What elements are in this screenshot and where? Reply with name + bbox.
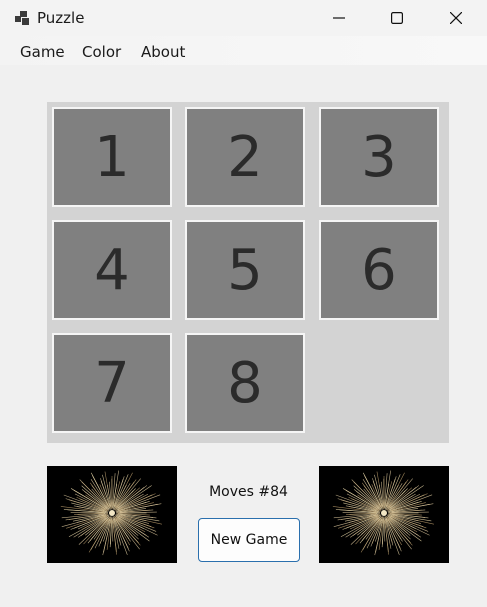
fireworks-image-left (47, 466, 177, 563)
new-game-button[interactable]: New Game (198, 518, 300, 562)
close-button[interactable] (427, 0, 485, 36)
moves-counter: Moves #84 (209, 484, 288, 500)
tile-7[interactable]: 7 (52, 333, 172, 433)
puzzle-board: 123 456 78 (47, 102, 449, 443)
window-title: Puzzle (37, 9, 85, 27)
tile-4[interactable]: 4 (52, 220, 172, 320)
menu-bar: Game Color About (0, 36, 487, 65)
menu-about[interactable]: About (141, 43, 185, 61)
tile-8[interactable]: 8 (185, 333, 305, 433)
minimize-icon (333, 17, 345, 19)
title-bar: Puzzle (0, 0, 487, 36)
menu-game[interactable]: Game (20, 43, 65, 61)
menu-color[interactable]: Color (82, 43, 121, 61)
close-icon (450, 12, 462, 24)
tile-2[interactable]: 2 (185, 107, 305, 207)
tile-5[interactable]: 5 (185, 220, 305, 320)
fireworks-image-right (319, 466, 449, 563)
tile-3[interactable]: 3 (319, 107, 439, 207)
app-icon (15, 11, 29, 25)
tile-6[interactable]: 6 (319, 220, 439, 320)
maximize-button[interactable] (368, 0, 426, 36)
maximize-icon (391, 12, 403, 24)
minimize-button[interactable] (310, 0, 368, 36)
tile-1[interactable]: 1 (52, 107, 172, 207)
